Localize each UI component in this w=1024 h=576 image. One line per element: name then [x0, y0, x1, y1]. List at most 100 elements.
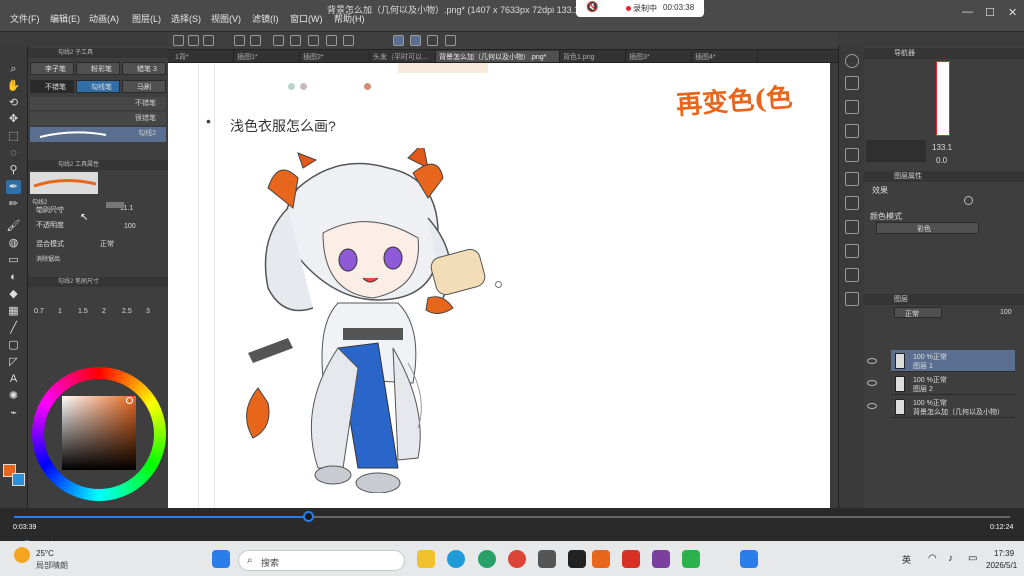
layer-row[interactable]: 100 %正常 背景怎么加（几何以及小物） [891, 396, 1015, 418]
fill-icon[interactable]: ◆ [6, 287, 21, 301]
navigator-angle[interactable]: 0.0 [936, 156, 947, 165]
media-icon[interactable] [740, 550, 758, 568]
chat-icon[interactable] [682, 550, 700, 568]
size-preset[interactable]: 2.5 [122, 308, 132, 315]
clock-date[interactable]: 2026/5/1 [986, 561, 1017, 570]
line-correction-icon[interactable]: ⌁ [6, 406, 21, 420]
redo-icon[interactable] [250, 35, 261, 46]
menu-file[interactable]: 文件(F) [10, 12, 40, 25]
navigator-zoom[interactable]: 133.1 [932, 143, 952, 152]
maximize-button[interactable]: ☐ [985, 6, 995, 19]
saturation-square[interactable] [62, 396, 136, 470]
close-button[interactable]: ✕ [1008, 6, 1017, 19]
navigator-preview[interactable] [936, 61, 950, 136]
history-icon[interactable] [845, 196, 859, 210]
tab-doc-3[interactable]: 插图2* [300, 51, 370, 62]
auto-action-icon[interactable] [845, 220, 859, 234]
brush-item-3[interactable]: 勾线2 [30, 127, 166, 142]
menu-view[interactable]: 视图(V) [211, 12, 241, 25]
airbrush-icon[interactable]: ◍ [6, 236, 21, 250]
menu-filter[interactable]: 滤镜(I) [252, 12, 279, 25]
sub-view-icon[interactable] [845, 148, 859, 162]
subtool-tab-4[interactable]: 不错笔 [30, 80, 74, 93]
brush-icon[interactable]: 🖌 [6, 219, 21, 233]
subtool-tab-2[interactable]: 粉彩笔 [76, 62, 120, 75]
timeline-icon[interactable] [845, 268, 859, 282]
menu-layer[interactable]: 图层(L) [132, 12, 161, 25]
start-icon[interactable] [212, 550, 230, 568]
mute-icon[interactable]: 🔇 [586, 2, 598, 13]
tab-doc-6[interactable]: 背色1.png [560, 51, 626, 62]
video-progress-knob[interactable] [302, 511, 314, 522]
ime-indicator[interactable]: 英 [902, 553, 911, 566]
subtool-tab-5[interactable]: 勾线笔 [76, 80, 120, 93]
item-bank-icon[interactable] [845, 244, 859, 258]
pencil-icon[interactable]: ✏ [6, 197, 21, 211]
menu-animation[interactable]: 动画(A) [89, 12, 119, 25]
tab-doc-8[interactable]: 插图4* [692, 51, 758, 62]
wps-icon[interactable] [622, 550, 640, 568]
slider-track[interactable] [36, 208, 64, 210]
tab-doc-active[interactable]: 背景怎么加（几何以及小物）.png* [436, 51, 560, 62]
file-explorer-icon[interactable] [417, 550, 435, 568]
rotate-icon[interactable]: ⟲ [6, 96, 21, 110]
menu-window[interactable]: 窗口(W) [290, 12, 323, 25]
undo-icon[interactable] [234, 35, 245, 46]
balloon-icon[interactable]: ✺ [6, 389, 21, 403]
app-icon[interactable] [538, 550, 556, 568]
layer-search-icon[interactable] [845, 100, 859, 114]
battery-icon[interactable]: ▭ [968, 553, 977, 564]
chrome-icon[interactable] [508, 550, 526, 568]
zoom-icon[interactable]: ⌕ [6, 62, 21, 76]
snap-grid-icon[interactable] [427, 35, 438, 46]
search-icon[interactable] [845, 54, 859, 68]
pen-icon[interactable]: ✒ [6, 180, 21, 194]
snap-ruler-icon[interactable] [393, 35, 404, 46]
save-icon[interactable] [203, 35, 214, 46]
lasso-icon[interactable]: ◌ [6, 146, 21, 160]
frame-icon[interactable]: ▢ [6, 338, 21, 352]
layer-opacity-value[interactable]: 100 [1000, 309, 1012, 316]
eye-icon[interactable] [867, 380, 877, 386]
size-preset[interactable]: 0.7 [34, 308, 44, 315]
brush-item-1[interactable]: 不错笔 [30, 97, 166, 110]
opacity-value[interactable]: 100 [124, 223, 136, 230]
info-icon[interactable] [845, 172, 859, 186]
animation-icon[interactable] [845, 292, 859, 306]
reference-icon[interactable] [445, 35, 456, 46]
minimize-button[interactable]: — [962, 6, 973, 18]
eyedropper-icon[interactable]: ⚲ [6, 163, 21, 177]
tab-doc-7[interactable]: 插图3* [626, 51, 692, 62]
menu-edit[interactable]: 编辑(E) [50, 12, 80, 25]
tab-doc-4[interactable]: 头发（平时可以... [370, 51, 436, 62]
size-preset[interactable]: 1.5 [78, 308, 88, 315]
sub-color-swatch[interactable] [12, 473, 25, 486]
fill-selection-icon[interactable] [308, 35, 319, 46]
subtool-tab-6[interactable]: 马刷 [122, 80, 166, 93]
color-mode-select[interactable]: 彩色 [876, 222, 979, 234]
subtool-tab-1[interactable]: 李子笔 [30, 62, 74, 75]
text-icon[interactable]: A [6, 372, 21, 386]
tab-doc-2[interactable]: 插图1* [234, 51, 300, 62]
weather-icon[interactable] [14, 547, 30, 563]
ruler-icon[interactable]: ◸ [6, 355, 21, 369]
eye-icon[interactable] [867, 403, 877, 409]
menu-select[interactable]: 选择(S) [171, 12, 201, 25]
transform-icon[interactable] [290, 35, 301, 46]
eye-icon[interactable] [867, 358, 877, 364]
effect-border-icon[interactable] [964, 196, 973, 205]
blend-mode-select[interactable]: 正常 [100, 239, 114, 249]
wifi-icon[interactable]: ◠ [928, 553, 937, 564]
edge-icon[interactable] [447, 550, 465, 568]
brush-item-2[interactable]: 很错笔 [30, 112, 166, 125]
select-icon[interactable]: ⬚ [6, 129, 21, 143]
open-icon[interactable] [188, 35, 199, 46]
tab-doc-1[interactable]: 1背* [172, 51, 234, 62]
blend-icon[interactable]: ◐ [6, 270, 21, 284]
figure-icon[interactable]: ╱ [6, 321, 21, 335]
clip-studio-icon[interactable] [592, 550, 610, 568]
app-dark-icon[interactable] [568, 550, 586, 568]
layer-row[interactable]: 100 %正常 图层 1 [891, 350, 1015, 372]
speaker-icon[interactable]: ♪ [948, 553, 953, 564]
clock-time[interactable]: 17:39 [994, 549, 1014, 558]
